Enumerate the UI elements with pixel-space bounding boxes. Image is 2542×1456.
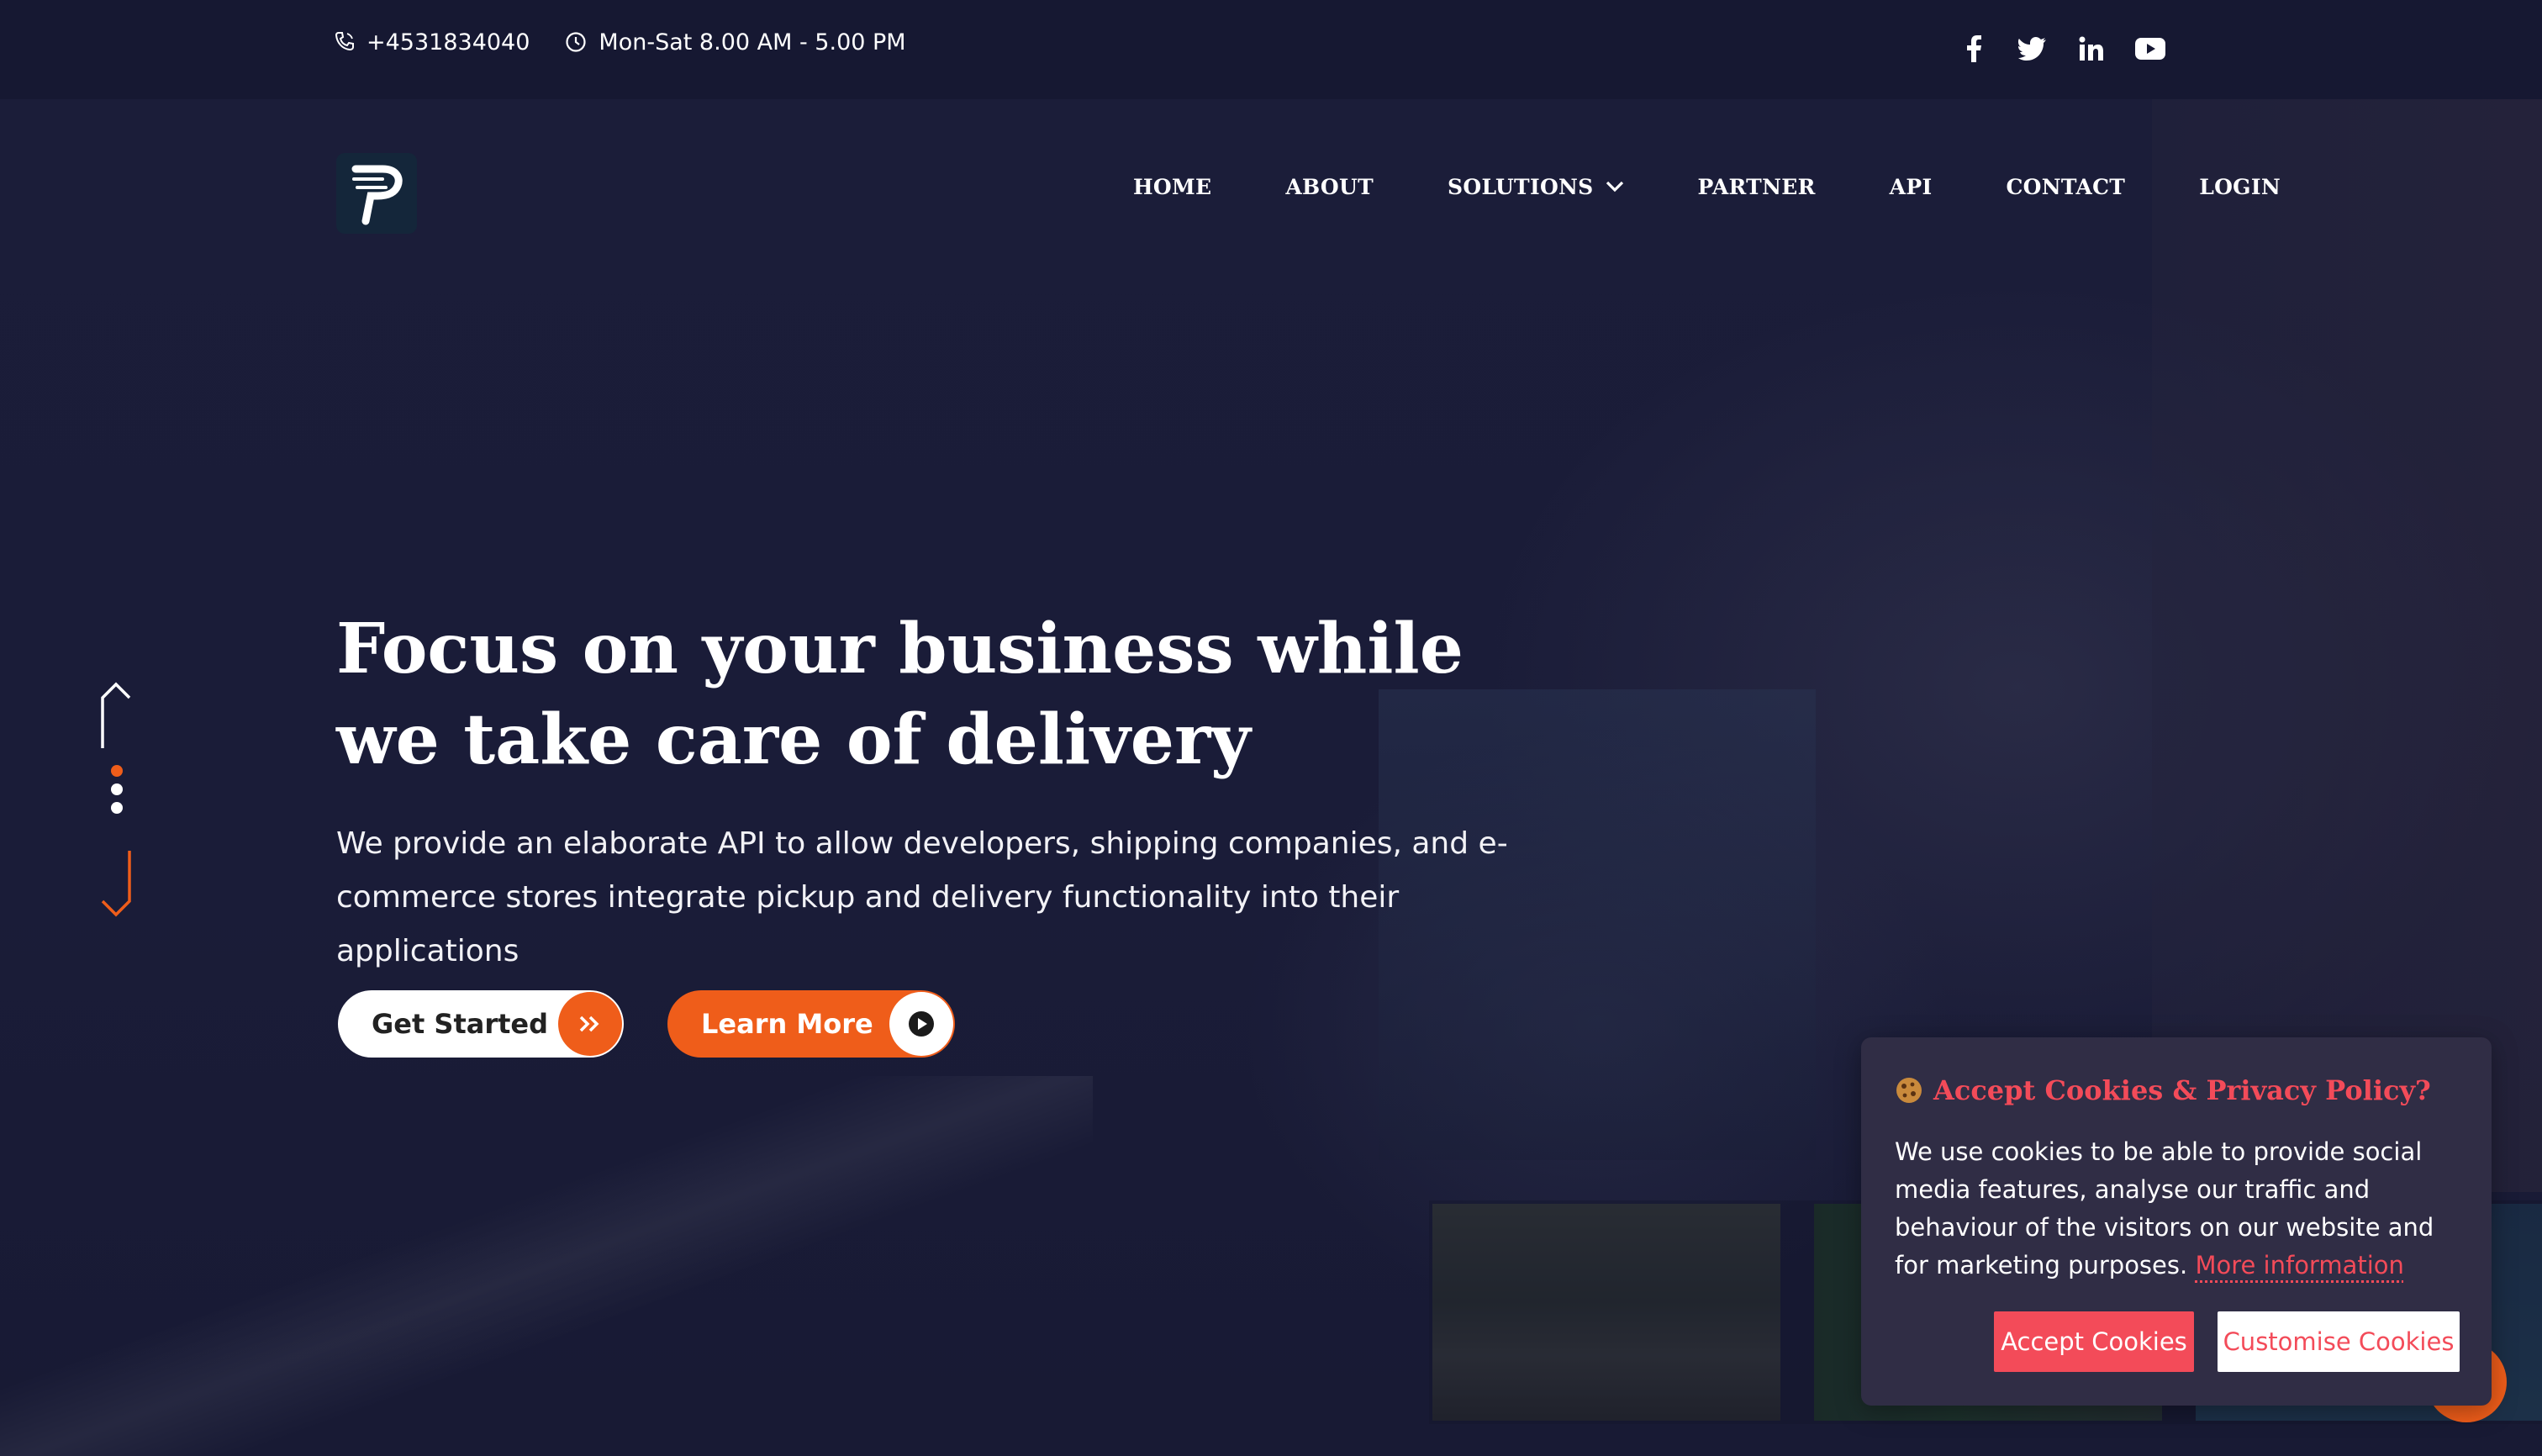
facebook-icon[interactable] bbox=[1959, 34, 1989, 64]
slide-dot-2[interactable] bbox=[111, 783, 123, 795]
hours-text: Mon-Sat 8.00 AM - 5.00 PM bbox=[599, 29, 906, 55]
linkedin-icon[interactable] bbox=[2076, 34, 2107, 64]
nav-partner[interactable]: PARTNER bbox=[1698, 175, 1816, 199]
nav-login[interactable]: LOGIN bbox=[2199, 175, 2281, 199]
opening-hours: Mon-Sat 8.00 AM - 5.00 PM bbox=[565, 29, 906, 55]
slide-dot-1[interactable] bbox=[111, 765, 123, 777]
slide-next-arrow-icon[interactable] bbox=[94, 849, 141, 920]
hero-title: Focus on your business while we take car… bbox=[336, 609, 1463, 780]
youtube-icon[interactable] bbox=[2135, 34, 2165, 64]
learn-more-label: Learn More bbox=[701, 1008, 873, 1040]
hero-subtitle: We provide an elaborate API to allow dev… bbox=[336, 826, 1508, 968]
background-road bbox=[0, 1076, 1093, 1456]
background-truck bbox=[2152, 99, 2542, 1192]
get-started-button[interactable]: Get Started bbox=[338, 990, 624, 1058]
cookie-title-text: Accept Cookies & Privacy Policy? bbox=[1933, 1074, 2431, 1106]
play-icon bbox=[889, 992, 953, 1056]
cookie-title: Accept Cookies & Privacy Policy? bbox=[1895, 1074, 2431, 1106]
nav-solutions[interactable]: SOLUTIONS bbox=[1448, 175, 1624, 199]
clock-icon bbox=[566, 32, 587, 52]
phone-icon bbox=[335, 32, 354, 51]
site-logo[interactable] bbox=[336, 153, 417, 234]
slide-prev-arrow-icon[interactable] bbox=[94, 679, 141, 750]
slider-nav bbox=[94, 679, 141, 920]
double-chevron-right-icon bbox=[558, 992, 622, 1056]
main-nav: HOME ABOUT SOLUTIONS PARTNER API CONTACT… bbox=[1133, 170, 2281, 203]
social-links bbox=[1959, 34, 2194, 64]
phone-number: +4531834040 bbox=[367, 29, 530, 55]
cookie-consent-popup: Accept Cookies & Privacy Policy? We use … bbox=[1861, 1037, 2492, 1406]
chevron-down-icon bbox=[1606, 181, 1623, 193]
customise-cookies-button[interactable]: Customise Cookies bbox=[2218, 1311, 2460, 1372]
more-information-link[interactable]: More information bbox=[2195, 1251, 2403, 1279]
nav-home[interactable]: HOME bbox=[1133, 175, 1211, 199]
twitter-icon[interactable] bbox=[2017, 34, 2048, 64]
logo-mark-icon bbox=[351, 165, 403, 225]
top-bar: +4531834040 Mon-Sat 8.00 AM - 5.00 PM bbox=[0, 0, 2542, 99]
phone-contact[interactable]: +4531834040 bbox=[335, 29, 530, 55]
contact-info: +4531834040 Mon-Sat 8.00 AM - 5.00 PM bbox=[335, 25, 941, 59]
get-started-label: Get Started bbox=[372, 1008, 549, 1040]
nav-api[interactable]: API bbox=[1890, 175, 1933, 199]
accept-cookies-button[interactable]: Accept Cookies bbox=[1994, 1311, 2194, 1372]
nav-about[interactable]: ABOUT bbox=[1285, 175, 1374, 199]
learn-more-button[interactable]: Learn More bbox=[667, 990, 955, 1058]
nav-contact[interactable]: CONTACT bbox=[2006, 175, 2125, 199]
cookie-icon bbox=[1896, 1078, 1922, 1103]
cookie-body: We use cookies to be able to provide soc… bbox=[1895, 1133, 2466, 1285]
nav-solutions-label: SOLUTIONS bbox=[1448, 174, 1594, 199]
slide-dot-3[interactable] bbox=[111, 802, 123, 814]
